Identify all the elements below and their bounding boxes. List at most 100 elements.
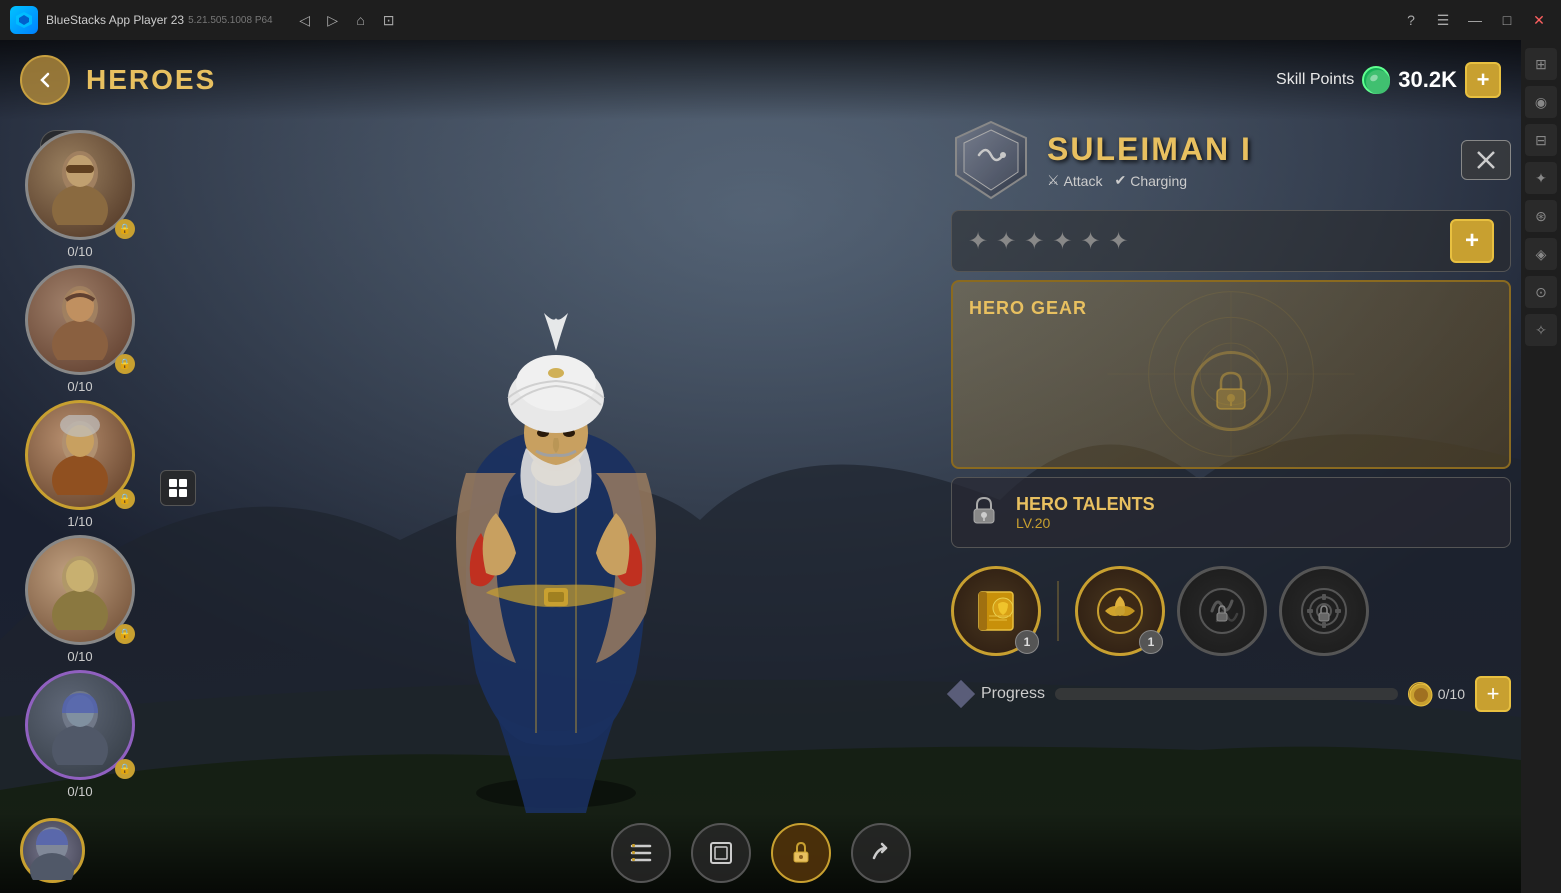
top-bar: HEROES Skill Points 30.2K + (0, 40, 1521, 120)
titlebar: BlueStacks App Player 23 5.21.505.1008 P… (0, 0, 1561, 40)
talents-level: LV.20 (1016, 515, 1155, 531)
hero-portrait-3[interactable]: 🔒 1/10 (20, 400, 140, 529)
skill-points-gem-icon (1362, 66, 1390, 94)
skill-4-wrap (1279, 566, 1369, 656)
bottom-bar (0, 813, 1521, 893)
attack-icon: ⚔ (1047, 172, 1060, 189)
hero-count-5: 0/10 (20, 784, 140, 799)
star-4: ✦ (1052, 227, 1072, 256)
titlebar-nav: ◁ ▷ ⌂ ⊡ (293, 8, 401, 32)
hero-shield-icon (951, 120, 1031, 200)
hero-portrait-4[interactable]: 🔒 0/10 (20, 535, 140, 664)
window-controls: ? ☰ — □ ✕ (1399, 8, 1551, 32)
skill-1-badge: 1 (1015, 630, 1039, 654)
hero-tags: ⚔ Attack ✔ Charging (1047, 172, 1445, 189)
app-name: BlueStacks App Player 23 (46, 13, 184, 27)
sidebar-icon-2[interactable]: ◉ (1525, 86, 1557, 118)
skill-divider-1 (1057, 581, 1059, 641)
progress-bar-track (1055, 688, 1398, 700)
sidebar-icon-4[interactable]: ✦ (1525, 162, 1557, 194)
skill-points-label: Skill Points (1276, 71, 1354, 89)
star-1: ✦ (968, 227, 988, 256)
skill-2-wrap: 1 (1075, 566, 1165, 656)
back-button[interactable] (20, 55, 70, 105)
nav-bookmark-button[interactable]: ⊡ (377, 8, 401, 32)
talents-text: HERO TALENTS LV.20 (1016, 494, 1155, 531)
hero-list: 🔒 0/10 🔒 0/10 (0, 120, 160, 813)
close-button[interactable]: ✕ (1527, 8, 1551, 32)
hero-lock-badge-5: 🔒 (115, 759, 135, 779)
hero-tag-charging: ✔ Charging (1114, 172, 1187, 189)
charging-label: Charging (1130, 173, 1187, 189)
right-panel: SULEIMAN I ⚔ Attack ✔ Charging (951, 120, 1511, 813)
progress-coin-icon (1408, 682, 1432, 706)
hero-gear-section: HERO GEAR (951, 280, 1511, 469)
hero-count-1: 0/10 (20, 244, 140, 259)
skill-3-wrap (1177, 566, 1267, 656)
star-add-button[interactable]: + (1450, 219, 1494, 263)
sidebar-icon-7[interactable]: ⊙ (1525, 276, 1557, 308)
hero-count-4: 0/10 (20, 649, 140, 664)
menu-button[interactable]: ☰ (1431, 8, 1455, 32)
skill-points-value: 30.2K (1398, 67, 1457, 93)
app-logo (10, 6, 38, 34)
hero-lock-badge-2: 🔒 (115, 354, 135, 374)
skill-3-button[interactable] (1177, 566, 1267, 656)
sidebar-icon-1[interactable]: ⊞ (1525, 48, 1557, 80)
star-3: ✦ (1024, 227, 1044, 256)
star-5: ✦ (1080, 227, 1100, 256)
progress-add-button[interactable]: + (1475, 676, 1511, 712)
star-2: ✦ (996, 227, 1016, 256)
star-rating-bar: ✦ ✦ ✦ ✦ ✦ ✦ + (951, 210, 1511, 272)
help-button[interactable]: ? (1399, 8, 1423, 32)
hero-name: SULEIMAN I (1047, 131, 1445, 168)
bottom-lock-button[interactable] (771, 823, 831, 883)
progress-count: 0/10 (1408, 682, 1465, 706)
hero-talents-section[interactable]: HERO TALENTS LV.20 (951, 477, 1511, 548)
star-6: ✦ (1109, 227, 1129, 256)
game-area: HEROES Skill Points 30.2K + ▼ ▾ (0, 40, 1521, 893)
progress-bar-row: Progress 0/10 + (951, 676, 1511, 712)
progress-label: Progress (981, 685, 1045, 703)
skill-points-add-button[interactable]: + (1465, 62, 1501, 98)
hero-portrait-2[interactable]: 🔒 0/10 (20, 265, 140, 394)
charging-icon: ✔ (1114, 172, 1126, 189)
bottom-hero-portrait[interactable] (20, 818, 85, 883)
bottom-arrow-button[interactable] (851, 823, 911, 883)
nav-home-button[interactable]: ⌂ (349, 8, 373, 32)
page-title: HEROES (86, 64, 216, 96)
sidebar-icon-8[interactable]: ✧ (1525, 314, 1557, 346)
hero-header: SULEIMAN I ⚔ Attack ✔ Charging (951, 120, 1511, 200)
maximize-button[interactable]: □ (1495, 8, 1519, 32)
attack-label: Attack (1064, 173, 1103, 189)
sidebar-icon-3[interactable]: ⊟ (1525, 124, 1557, 156)
nav-back-button[interactable]: ◁ (293, 8, 317, 32)
skill-points-area: Skill Points 30.2K + (1276, 62, 1501, 98)
progress-value: 0/10 (1438, 686, 1465, 702)
talents-lock-icon (968, 495, 1004, 531)
hero-action-button[interactable] (1461, 140, 1511, 180)
minimize-button[interactable]: — (1463, 8, 1487, 32)
talents-title: HERO TALENTS (1016, 494, 1155, 515)
hero-tag-attack: ⚔ Attack (1047, 172, 1102, 189)
bottom-list-button[interactable] (611, 823, 671, 883)
skill-1-wrap: 1 (951, 566, 1041, 656)
hero-figure-area (170, 100, 941, 813)
hero-count-3: 1/10 (20, 514, 140, 529)
progress-diamond-icon (947, 680, 975, 708)
skills-row: 1 1 (951, 556, 1511, 666)
hero-name-block: SULEIMAN I ⚔ Attack ✔ Charging (1047, 131, 1445, 189)
hero-lock-badge-1: 🔒 (115, 219, 135, 239)
hero-portrait-1[interactable]: 🔒 0/10 (20, 130, 140, 259)
hero-lock-badge-4: 🔒 (115, 624, 135, 644)
nav-forward-button[interactable]: ▷ (321, 8, 345, 32)
skill-2-badge: 1 (1139, 630, 1163, 654)
skill-4-button[interactable] (1279, 566, 1369, 656)
hero-lock-badge-3: 🔒 (115, 489, 135, 509)
sidebar-icon-6[interactable]: ◈ (1525, 238, 1557, 270)
hero-count-2: 0/10 (20, 379, 140, 394)
stars-row: ✦ ✦ ✦ ✦ ✦ ✦ (968, 227, 1129, 256)
hero-portrait-5[interactable]: 🔒 0/10 (20, 670, 140, 799)
bottom-frame-button[interactable] (691, 823, 751, 883)
sidebar-icon-5[interactable]: ⊛ (1525, 200, 1557, 232)
